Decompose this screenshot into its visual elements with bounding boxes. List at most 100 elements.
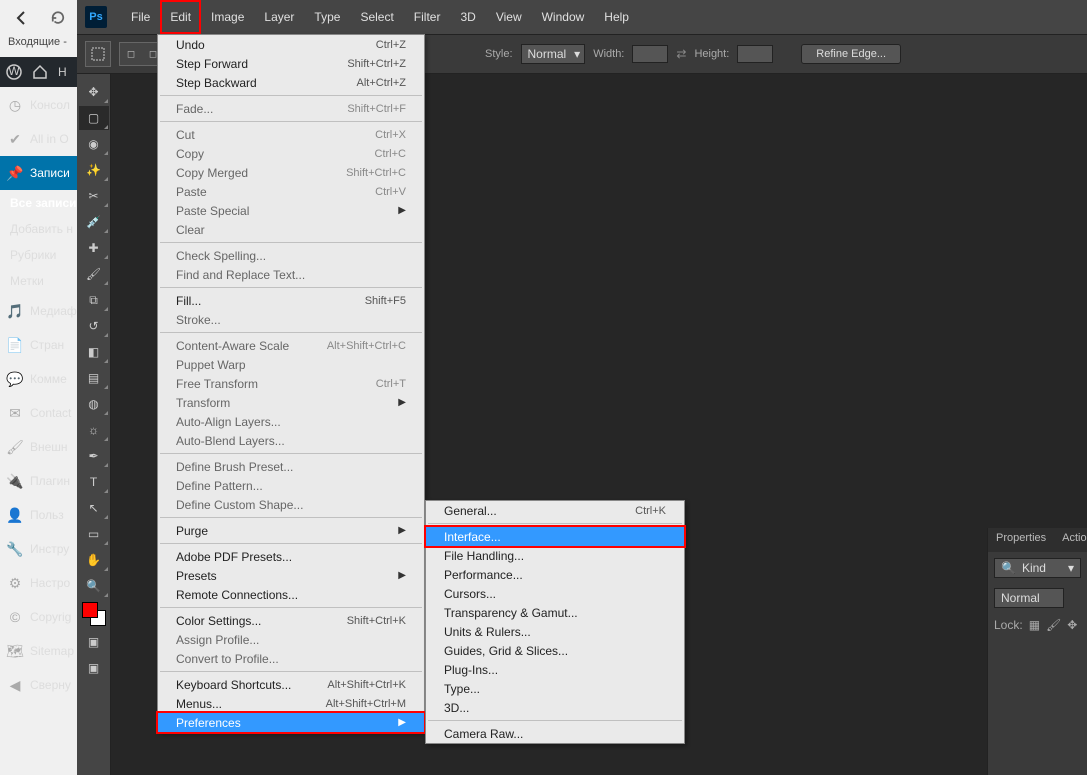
tool-brush[interactable]: 🖌	[79, 262, 109, 286]
menu-item-cursors[interactable]: Cursors...	[426, 584, 684, 603]
menu-layer[interactable]: Layer	[254, 0, 304, 34]
menu-item-adobe-pdf-presets[interactable]: Adobe PDF Presets...	[158, 547, 424, 566]
tool-gradient[interactable]: ▤	[79, 366, 109, 390]
menu-item-step-backward[interactable]: Step BackwardAlt+Ctrl+Z	[158, 73, 424, 92]
menu-item-menus[interactable]: Menus...Alt+Shift+Ctrl+M	[158, 694, 424, 713]
wp-menu-item[interactable]: 💬Комме	[0, 362, 77, 396]
kind-dropdown[interactable]: 🔍 Kind ▾	[994, 558, 1081, 578]
menu-edit[interactable]: Edit	[160, 0, 201, 34]
browser-back-button[interactable]	[8, 4, 36, 32]
tool-zoom[interactable]: 🔍	[79, 574, 109, 598]
wp-menu-item[interactable]: 🔌Плагин	[0, 464, 77, 498]
wp-menu-item[interactable]: ⚙Настро	[0, 566, 77, 600]
tool-marquee[interactable]: ▢	[79, 106, 109, 130]
menu-item-color-settings[interactable]: Color Settings...Shift+Ctrl+K	[158, 611, 424, 630]
wp-menu-item[interactable]: ✉Contact	[0, 396, 77, 430]
menu-item-performance[interactable]: Performance...	[426, 565, 684, 584]
tool-lasso[interactable]: ◉	[79, 132, 109, 156]
menu-file[interactable]: File	[121, 0, 160, 34]
tool-heal[interactable]: ✚	[79, 236, 109, 260]
browser-reload-button[interactable]	[44, 4, 72, 32]
wp-menu-item[interactable]: ◀Сверну	[0, 668, 77, 702]
wp-submenu-item[interactable]: Рубрики	[0, 242, 77, 268]
menu-item-units-rulers[interactable]: Units & Rulers...	[426, 622, 684, 641]
wp-submenu-item[interactable]: Все записи	[0, 190, 77, 216]
menu-image[interactable]: Image	[201, 0, 254, 34]
tab-properties[interactable]: Properties	[988, 528, 1054, 552]
menu-item-type[interactable]: Type...	[426, 679, 684, 698]
tool-crop[interactable]: ✂	[79, 184, 109, 208]
tool-quickmask[interactable]: ▣	[79, 630, 109, 654]
menu-item-undo[interactable]: UndoCtrl+Z	[158, 35, 424, 54]
tool-shape[interactable]: ▭	[79, 522, 109, 546]
submenu-arrow-icon: ▶	[398, 525, 406, 536]
tool-blur[interactable]: ◍	[79, 392, 109, 416]
tool-screenmode[interactable]: ▣	[79, 656, 109, 680]
tab-actions[interactable]: Action	[1054, 528, 1087, 552]
tool-history[interactable]: ↺	[79, 314, 109, 338]
tool-wand[interactable]: ✨	[79, 158, 109, 182]
wp-menu-item[interactable]: 🎵Медиаф	[0, 294, 77, 328]
tool-pen[interactable]: ✒	[79, 444, 109, 468]
menu-item-purge[interactable]: Purge▶	[158, 521, 424, 540]
lock-transparency-icon[interactable]: ▦	[1029, 618, 1040, 632]
blend-mode-dropdown[interactable]: Normal	[994, 588, 1064, 608]
menu-item-transparency-gamut[interactable]: Transparency & Gamut...	[426, 603, 684, 622]
tool-type[interactable]: T	[79, 470, 109, 494]
wp-menu-item[interactable]: 🗺Sitemap	[0, 634, 77, 668]
wp-menu-item[interactable]: 🖌Внешн	[0, 430, 77, 464]
color-swatches[interactable]	[82, 602, 106, 626]
tool-move[interactable]: ✥	[79, 80, 109, 104]
wp-menu-item[interactable]: 📌Записи	[0, 156, 77, 190]
wordpress-logo-icon[interactable]: W	[6, 64, 22, 80]
menu-item-3d[interactable]: 3D...	[426, 698, 684, 717]
menu-view[interactable]: View	[486, 0, 532, 34]
menu-item-keyboard-shortcuts[interactable]: Keyboard Shortcuts...Alt+Shift+Ctrl+K	[158, 675, 424, 694]
tool-stamp[interactable]: ⧉	[79, 288, 109, 312]
home-icon[interactable]	[32, 64, 48, 80]
tool-eraser[interactable]: ◧	[79, 340, 109, 364]
menu-help[interactable]: Help	[594, 0, 639, 34]
menu-3d[interactable]: 3D	[450, 0, 485, 34]
menu-item-label: Auto-Blend Layers...	[176, 434, 285, 448]
menu-type[interactable]: Type	[304, 0, 350, 34]
menu-item-general[interactable]: General...Ctrl+K	[426, 501, 684, 520]
height-input[interactable]	[737, 45, 773, 63]
wp-menu-item[interactable]: 📄Стран	[0, 328, 77, 362]
tool-dodge[interactable]: ☼	[79, 418, 109, 442]
swap-icon[interactable]: ⇄	[676, 47, 686, 61]
width-input[interactable]	[632, 45, 668, 63]
wp-menu-item[interactable]: 🔧Инстру	[0, 532, 77, 566]
tool-hand[interactable]: ✋	[79, 548, 109, 572]
menu-item-interface[interactable]: Interface...	[426, 527, 684, 546]
wp-menu-item[interactable]: 👤Польз	[0, 498, 77, 532]
menu-item-presets[interactable]: Presets▶	[158, 566, 424, 585]
wp-menu-item[interactable]: ©Copyrig	[0, 600, 77, 634]
tool-path[interactable]: ↖	[79, 496, 109, 520]
menu-item-file-handling[interactable]: File Handling...	[426, 546, 684, 565]
tools-panel: ✥▢◉✨✂💉✚🖌⧉ ↺ ◧▤◍☼✒T↖▭✋🔍 ▣▣	[77, 74, 111, 775]
menu-item-camera-raw[interactable]: Camera Raw...	[426, 724, 684, 743]
selection-new-icon[interactable]: ◻	[120, 43, 142, 65]
wp-menu-item[interactable]: ✔All in O	[0, 122, 77, 156]
history-icon: ↺	[88, 319, 98, 333]
menu-filter[interactable]: Filter	[404, 0, 451, 34]
tool-eyedropper[interactable]: 💉	[79, 210, 109, 234]
menu-window[interactable]: Window	[532, 0, 595, 34]
menu-item-plug-ins[interactable]: Plug-Ins...	[426, 660, 684, 679]
menu-select[interactable]: Select	[350, 0, 403, 34]
wp-menu-item[interactable]: ◷Консол	[0, 88, 77, 122]
style-dropdown[interactable]: Normal▾	[521, 44, 586, 64]
refine-edge-button[interactable]: Refine Edge...	[801, 44, 901, 64]
menu-item-step-forward[interactable]: Step ForwardShift+Ctrl+Z	[158, 54, 424, 73]
menu-item-remote-connections[interactable]: Remote Connections...	[158, 585, 424, 604]
wp-submenu-item[interactable]: Добавить н	[0, 216, 77, 242]
menu-item-preferences[interactable]: Preferences▶	[158, 713, 424, 732]
lock-paint-icon[interactable]: 🖌	[1046, 618, 1061, 632]
menu-item-guides-grid-slices[interactable]: Guides, Grid & Slices...	[426, 641, 684, 660]
options-tool-icon[interactable]	[85, 41, 111, 67]
lock-position-icon[interactable]: ✥	[1067, 618, 1077, 632]
wp-submenu-item[interactable]: Метки	[0, 268, 77, 294]
menu-item-fill[interactable]: Fill...Shift+F5	[158, 291, 424, 310]
foreground-color-swatch[interactable]	[82, 602, 98, 618]
